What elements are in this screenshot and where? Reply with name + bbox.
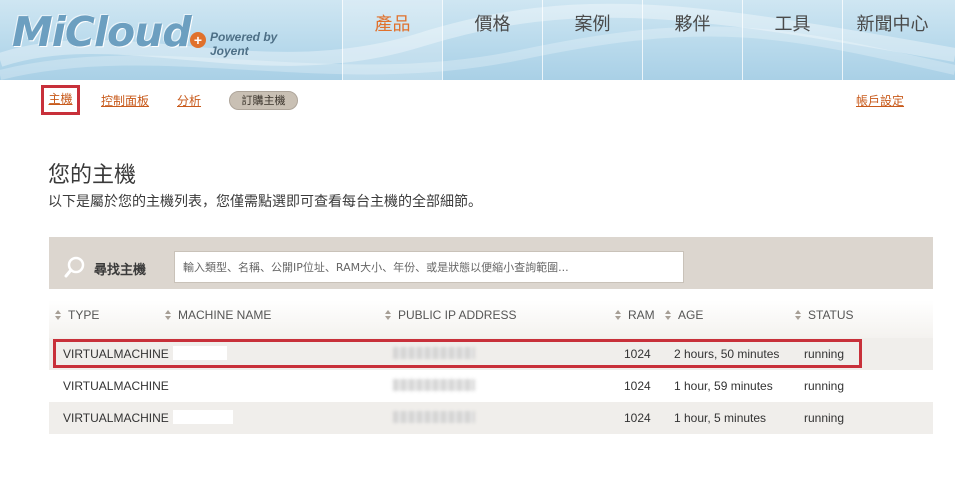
cell-ram: 1024 xyxy=(624,379,651,393)
redacted-ip-address xyxy=(393,347,475,359)
sort-icon xyxy=(665,310,672,320)
account-settings-link[interactable]: 帳戶設定 xyxy=(856,92,904,109)
redacted-machine-name xyxy=(173,410,233,424)
cell-type: VIRTUALMACHINE xyxy=(63,347,169,361)
logo-tagline: Powered by Joyent xyxy=(210,30,278,58)
page-description: 以下是屬於您的主機列表，您僅需點選即可查看每台主機的全部細節。 xyxy=(48,194,482,210)
table-row[interactable]: VIRTUALMACHINE 1024 1 hour, 5 minutes ru… xyxy=(49,402,933,434)
page-title: 您的主機 xyxy=(48,163,137,188)
sort-icon xyxy=(795,310,802,320)
column-header-status[interactable]: STATUS xyxy=(795,308,854,322)
cell-ram: 1024 xyxy=(624,411,651,425)
sort-icon xyxy=(165,310,172,320)
column-header-public-ip[interactable]: PUBLIC IP ADDRESS xyxy=(385,308,517,322)
cell-ram: 1024 xyxy=(624,347,651,361)
sort-icon xyxy=(385,310,392,320)
search-bar: 尋找主機 xyxy=(49,237,933,289)
cell-age: 2 hours, 50 minutes xyxy=(674,347,780,361)
main-nav: 產品 價格 案例 夥伴 工具 新聞中心 xyxy=(342,0,942,80)
cell-status: running xyxy=(804,379,845,393)
subnav-hosts-link[interactable]: 主機 xyxy=(41,85,80,115)
redacted-machine-name xyxy=(173,346,227,360)
search-input[interactable] xyxy=(174,251,684,283)
plus-icon: + xyxy=(190,32,206,48)
micloud-logo[interactable]: MiCloud + Powered by Joyent xyxy=(12,6,302,66)
table-row[interactable]: VIRTUALMACHINE 1024 2 hours, 50 minutes … xyxy=(49,338,933,370)
column-header-age[interactable]: AGE xyxy=(665,308,703,322)
table-row[interactable]: VIRTUALMACHINE 1024 1 hour, 59 minutes r… xyxy=(49,370,933,402)
logo-wordmark: MiCloud xyxy=(12,8,192,56)
search-label: 尋找主機 xyxy=(94,263,147,278)
sort-icon xyxy=(55,310,62,320)
nav-item-cases[interactable]: 案例 xyxy=(542,0,642,80)
nav-item-products[interactable]: 產品 xyxy=(342,0,442,80)
machines-table: TYPE MACHINE NAME PUBLIC IP ADDRESS RAM … xyxy=(49,300,933,434)
cell-type: VIRTUALMACHINE xyxy=(63,379,169,393)
column-header-machine-name[interactable]: MACHINE NAME xyxy=(165,308,271,322)
redacted-ip-address xyxy=(393,379,475,391)
redacted-ip-address xyxy=(393,411,475,423)
cell-type: VIRTUALMACHINE xyxy=(63,411,169,425)
nav-item-pricing[interactable]: 價格 xyxy=(442,0,542,80)
column-header-ram[interactable]: RAM xyxy=(615,308,655,322)
cell-age: 1 hour, 5 minutes xyxy=(674,411,767,425)
nav-item-news[interactable]: 新聞中心 xyxy=(842,0,942,80)
redacted-machine-name xyxy=(173,378,225,392)
cell-age: 1 hour, 59 minutes xyxy=(674,379,773,393)
search-icon xyxy=(64,256,85,278)
table-header: TYPE MACHINE NAME PUBLIC IP ADDRESS RAM … xyxy=(49,300,933,338)
order-host-button[interactable]: 訂購主機 xyxy=(229,91,298,110)
cell-status: running xyxy=(804,411,845,425)
sub-nav: 主機 控制面板 分析 訂購主機 帳戶設定 xyxy=(0,80,955,120)
sort-icon xyxy=(615,310,622,320)
nav-item-partners[interactable]: 夥伴 xyxy=(642,0,742,80)
site-header: MiCloud + Powered by Joyent 產品 價格 案例 夥伴 … xyxy=(0,0,955,80)
subnav-analytics-link[interactable]: 分析 xyxy=(177,92,201,109)
nav-item-tools[interactable]: 工具 xyxy=(742,0,842,80)
cell-status: running xyxy=(804,347,845,361)
subnav-control-panel-link[interactable]: 控制面板 xyxy=(101,92,149,109)
column-header-type[interactable]: TYPE xyxy=(55,308,99,322)
